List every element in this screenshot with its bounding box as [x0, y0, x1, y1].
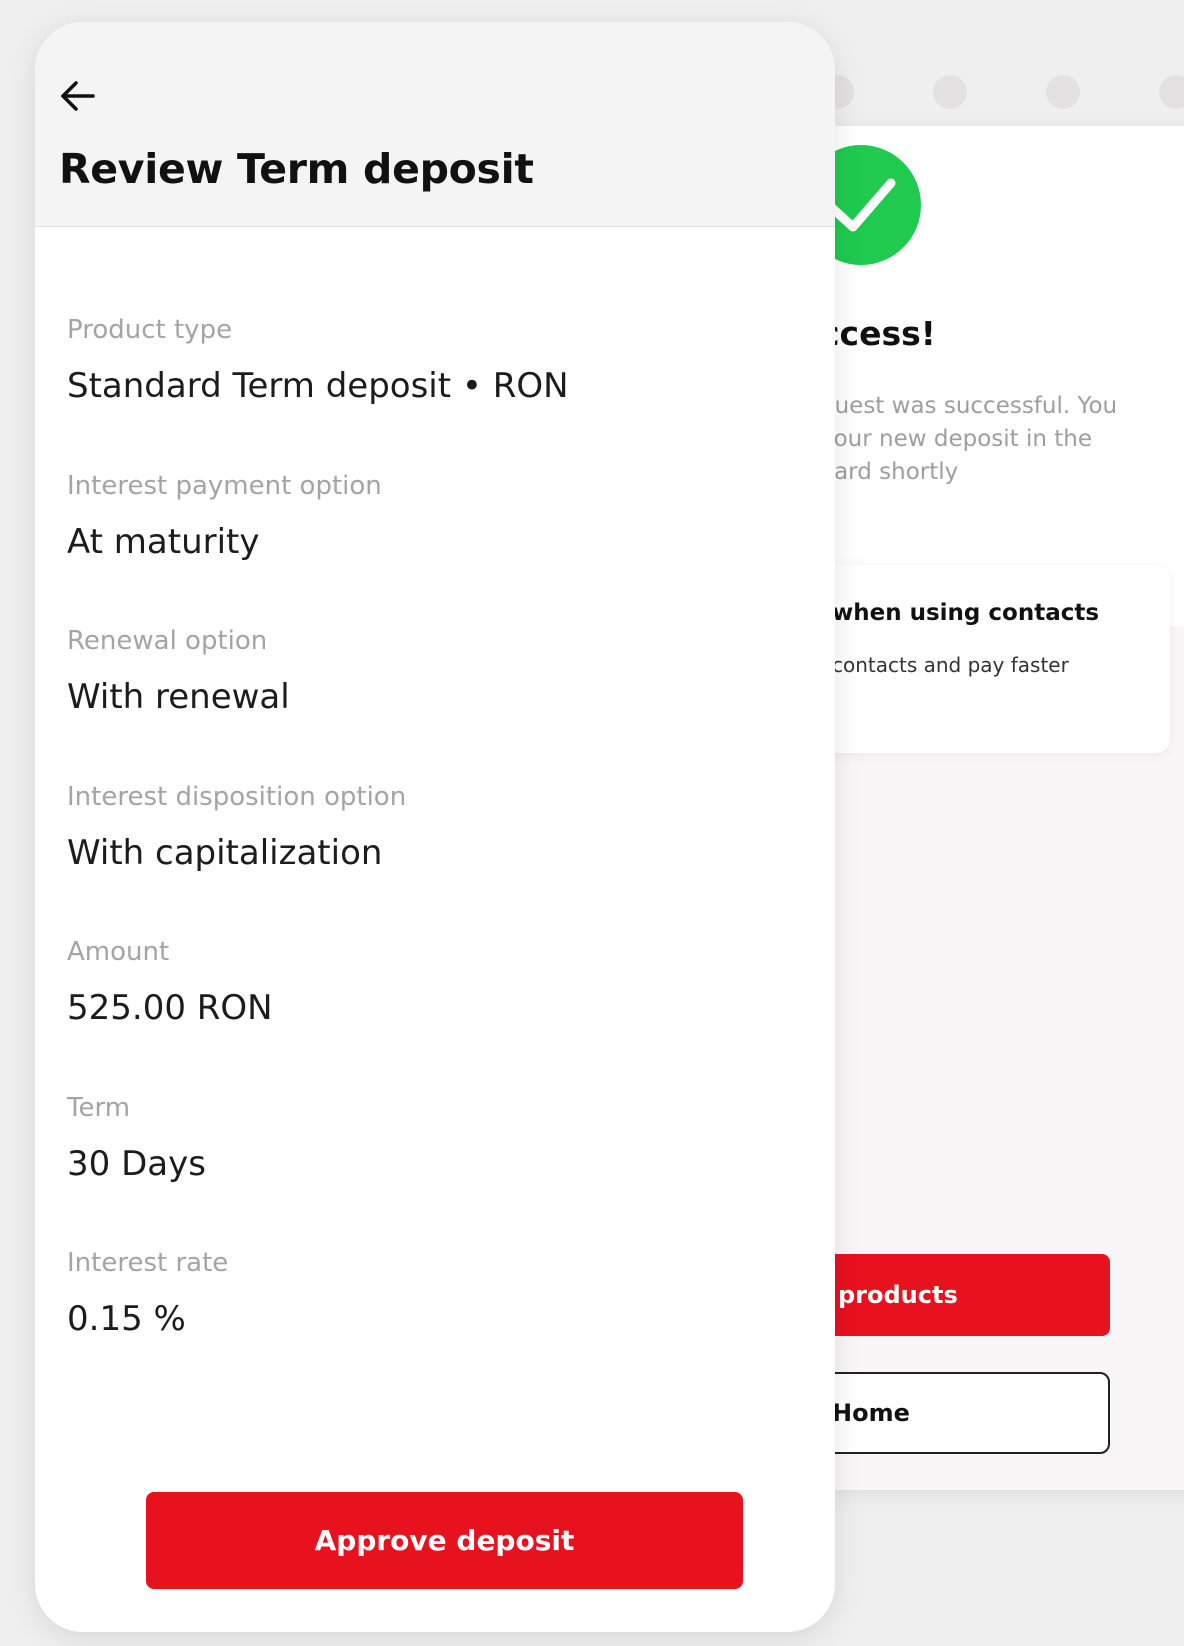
contacts-promo-subtitle: contacts and pay faster	[832, 653, 1069, 677]
detail-label: Interest rate	[67, 1248, 229, 1278]
detail-value: With renewal	[67, 677, 290, 717]
review-term-deposit-card: Review Term deposit Product type Standar…	[35, 22, 835, 1632]
carousel-dot	[1159, 75, 1184, 109]
detail-value: With capitalization	[67, 832, 383, 873]
detail-value: 30 Days	[67, 1143, 206, 1184]
detail-label: Interest disposition option	[67, 781, 407, 812]
arrow-left-icon[interactable]	[47, 66, 107, 126]
detail-interest-payment-option: Interest payment option At maturity	[67, 468, 787, 624]
detail-interest-rate: Interest rate 0.15 %	[67, 1245, 787, 1401]
detail-label: Product type	[67, 315, 233, 345]
page-title: Review Term deposit	[59, 145, 534, 193]
detail-label: Renewal option	[67, 626, 268, 656]
carousel-dot	[1046, 75, 1080, 109]
contacts-promo-title: when using contacts	[832, 600, 1100, 626]
deposit-details-list: Product type Standard Term deposit • RON…	[67, 312, 787, 1401]
detail-value: At maturity	[67, 521, 260, 562]
success-message: quest was successful. You your new depos…	[820, 393, 1118, 485]
detail-value: Standard Term deposit • RON	[67, 366, 569, 406]
success-title: ccess!	[820, 314, 936, 353]
detail-renewal-option: Renewal option With renewal	[67, 623, 787, 779]
detail-amount: Amount 525.00 RON	[67, 934, 787, 1090]
carousel-dot	[933, 75, 967, 109]
detail-product-type: Product type Standard Term deposit • RON	[67, 312, 787, 468]
detail-value: 525.00 RON	[67, 988, 273, 1028]
detail-label: Term	[67, 1092, 131, 1123]
detail-term: Term 30 Days	[67, 1090, 787, 1246]
screen-stage: ccess! quest was successful. You your ne…	[0, 0, 1184, 1646]
detail-interest-disposition-option: Interest disposition option With capital…	[67, 779, 787, 935]
detail-value: 0.15 %	[67, 1299, 186, 1339]
approve-deposit-button[interactable]: Approve deposit	[146, 1492, 743, 1589]
detail-label: Interest payment option	[67, 470, 382, 501]
detail-label: Amount	[67, 937, 170, 967]
review-header: Review Term deposit	[35, 22, 835, 227]
